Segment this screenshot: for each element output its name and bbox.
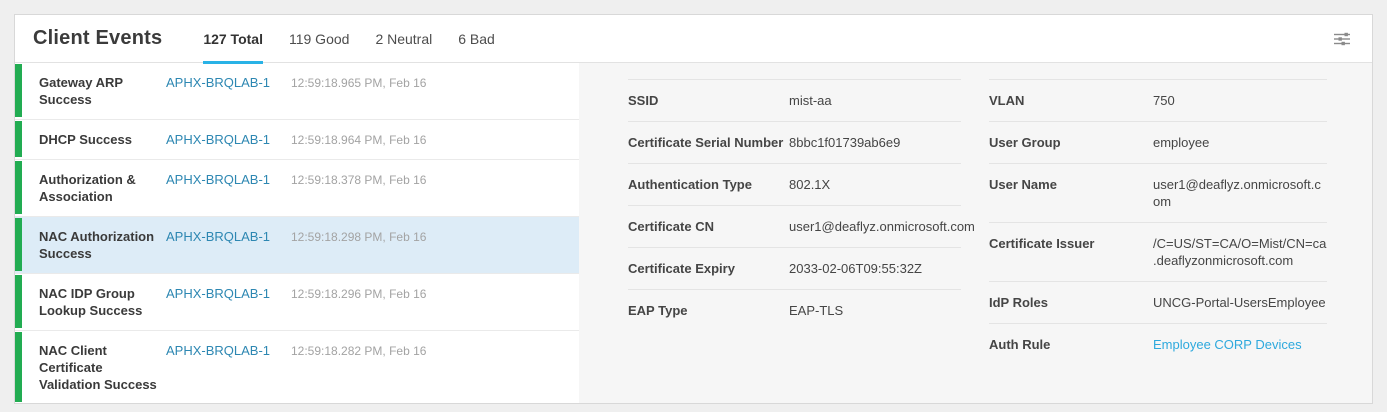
detail-row-user-name: User Name user1@deaflyz.onmicrosoft.com — [989, 163, 1327, 222]
event-row-nac-authorization-selected[interactable]: NAC Authorization Success APHX-BRQLAB-1 … — [15, 217, 579, 274]
detail-row-ssid: SSID mist-aa — [628, 79, 961, 121]
event-details-panel: SSID mist-aa Certificate Serial Number 8… — [579, 63, 1372, 404]
tab-total[interactable]: 127 Total — [190, 15, 276, 62]
detail-value: employee — [1153, 134, 1327, 151]
detail-label: User Group — [989, 134, 1153, 151]
tab-good[interactable]: 119 Good — [276, 15, 362, 62]
event-row-gateway-arp[interactable]: Gateway ARP Success APHX-BRQLAB-1 12:59:… — [15, 63, 579, 120]
event-list: Gateway ARP Success APHX-BRQLAB-1 12:59:… — [15, 63, 579, 404]
detail-row-idp-roles: IdP Roles UNCG-Portal-UsersEmployee — [989, 281, 1327, 323]
detail-row-cert-expiry: Certificate Expiry 2033-02-06T09:55:32Z — [628, 247, 961, 289]
detail-label: Certificate Expiry — [628, 260, 789, 277]
detail-value: 802.1X — [789, 176, 961, 193]
ap-link[interactable]: APHX-BRQLAB-1 — [166, 131, 291, 148]
status-bar-good — [15, 64, 22, 117]
detail-value: user1@deaflyz.onmicrosoft.com — [1153, 176, 1327, 210]
detail-row-auth-rule: Auth Rule Employee CORP Devices — [989, 323, 1327, 365]
detail-label: Certificate Serial Number — [628, 134, 789, 151]
detail-row-vlan: VLAN 750 — [989, 79, 1327, 121]
event-row-authorization[interactable]: Authorization & Association APHX-BRQLAB-… — [15, 160, 579, 217]
detail-value: 750 — [1153, 92, 1327, 109]
status-bar-good — [15, 275, 22, 328]
detail-row-cert-serial: Certificate Serial Number 8bbc1f01739ab6… — [628, 121, 961, 163]
event-name: NAC Client Certificate Validation Succes… — [39, 342, 166, 393]
event-name: Gateway ARP Success — [39, 74, 166, 108]
detail-label: Authentication Type — [628, 176, 789, 193]
event-timestamp: 12:59:18.378 PM, Feb 16 — [291, 171, 426, 188]
page-title: Client Events — [33, 27, 162, 50]
details-column-right: VLAN 750 User Group employee User Name u… — [989, 79, 1327, 365]
sliders-icon — [1333, 32, 1351, 46]
detail-label: Certificate CN — [628, 218, 789, 235]
detail-value: 8bbc1f01739ab6e9 — [789, 134, 961, 151]
ap-link[interactable]: APHX-BRQLAB-1 — [166, 171, 291, 188]
panel-header: Client Events 127 Total 119 Good 2 Neutr… — [15, 15, 1372, 63]
detail-value: /C=US/ST=CA/O=Mist/CN=ca.deaflyzonmicros… — [1153, 235, 1327, 269]
detail-label: VLAN — [989, 92, 1153, 109]
event-name: Authorization & Association — [39, 171, 166, 205]
event-timestamp: 12:59:18.282 PM, Feb 16 — [291, 342, 426, 359]
event-name: DHCP Success — [39, 131, 166, 148]
event-row-dhcp[interactable]: DHCP Success APHX-BRQLAB-1 12:59:18.964 … — [15, 120, 579, 160]
detail-label: EAP Type — [628, 302, 789, 319]
event-timestamp: 12:59:18.965 PM, Feb 16 — [291, 74, 426, 91]
ap-link[interactable]: APHX-BRQLAB-1 — [166, 74, 291, 91]
tab-bad[interactable]: 6 Bad — [445, 15, 508, 62]
detail-label: SSID — [628, 92, 789, 109]
ap-link[interactable]: APHX-BRQLAB-1 — [166, 285, 291, 302]
detail-value: mist-aa — [789, 92, 961, 109]
detail-value: EAP-TLS — [789, 302, 961, 319]
client-events-panel: Client Events 127 Total 119 Good 2 Neutr… — [14, 14, 1373, 404]
event-timestamp: 12:59:18.964 PM, Feb 16 — [291, 131, 426, 148]
detail-value: UNCG-Portal-UsersEmployee — [1153, 294, 1327, 311]
detail-label: IdP Roles — [989, 294, 1153, 311]
details-column-left: SSID mist-aa Certificate Serial Number 8… — [628, 79, 961, 331]
status-bar-good — [15, 161, 22, 214]
detail-label: User Name — [989, 176, 1153, 210]
status-bar-good — [15, 332, 22, 402]
detail-row-cert-cn: Certificate CN user1@deaflyz.onmicrosoft… — [628, 205, 961, 247]
ap-link[interactable]: APHX-BRQLAB-1 — [166, 342, 291, 359]
detail-value: 2033-02-06T09:55:32Z — [789, 260, 961, 277]
event-name: NAC Authorization Success — [39, 228, 166, 262]
detail-row-eap-type: EAP Type EAP-TLS — [628, 289, 961, 331]
detail-row-cert-issuer: Certificate Issuer /C=US/ST=CA/O=Mist/CN… — [989, 222, 1327, 281]
ap-link[interactable]: APHX-BRQLAB-1 — [166, 228, 291, 245]
event-timestamp: 12:59:18.296 PM, Feb 16 — [291, 285, 426, 302]
detail-row-auth-type: Authentication Type 802.1X — [628, 163, 961, 205]
detail-value: user1@deaflyz.onmicrosoft.com — [789, 218, 975, 235]
event-name: NAC IDP Group Lookup Success — [39, 285, 166, 319]
auth-rule-link[interactable]: Employee CORP Devices — [1153, 336, 1327, 353]
panel-body: Gateway ARP Success APHX-BRQLAB-1 12:59:… — [15, 63, 1372, 404]
event-row-nac-client-cert[interactable]: NAC Client Certificate Validation Succes… — [15, 331, 579, 404]
detail-label: Auth Rule — [989, 336, 1153, 353]
status-bar-good — [15, 218, 22, 271]
filter-settings-button[interactable] — [1330, 28, 1354, 50]
event-row-nac-idp-group[interactable]: NAC IDP Group Lookup Success APHX-BRQLAB… — [15, 274, 579, 331]
event-filter-tabs: 127 Total 119 Good 2 Neutral 6 Bad — [190, 15, 508, 62]
detail-row-user-group: User Group employee — [989, 121, 1327, 163]
detail-label: Certificate Issuer — [989, 235, 1153, 269]
status-bar-good — [15, 121, 22, 157]
event-timestamp: 12:59:18.298 PM, Feb 16 — [291, 228, 426, 245]
tab-neutral[interactable]: 2 Neutral — [362, 15, 445, 62]
